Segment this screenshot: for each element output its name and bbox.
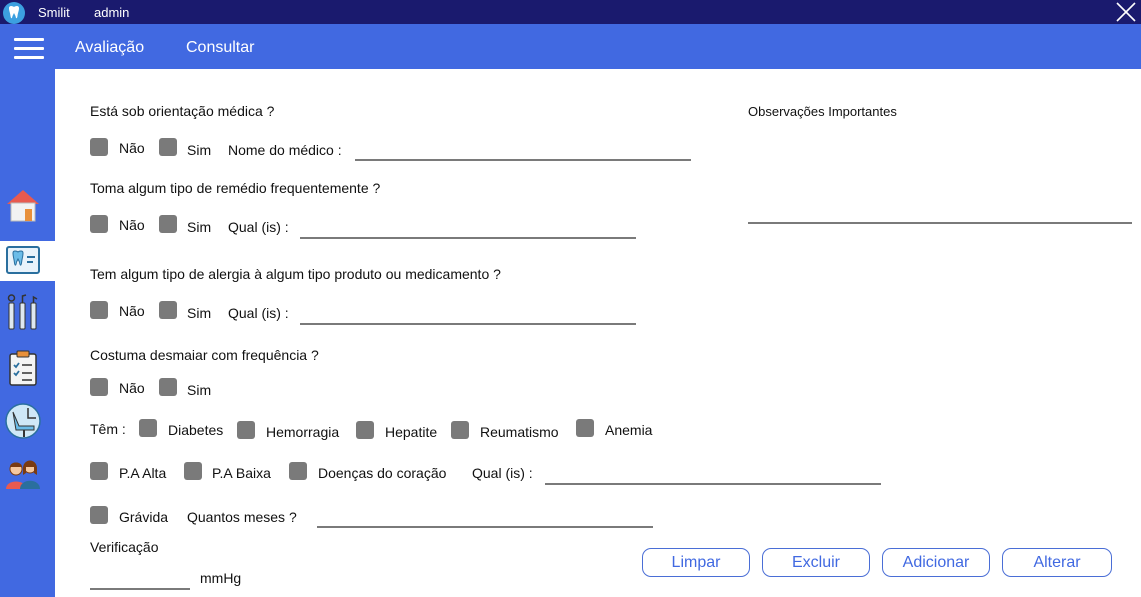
verification-unit: mmHg [200,570,242,586]
heart-disease-label: Doenças do coração [318,465,447,481]
pregnant-checkbox[interactable] [90,506,108,524]
q2-yes-label: Sim [187,219,212,235]
anemia-label: Anemia [605,422,653,438]
app-name: Smilit [38,5,70,20]
diabetes-checkbox[interactable] [139,419,157,437]
allergy-which-field[interactable] [300,323,636,325]
title-bar: Smilit admin [0,0,1141,24]
rheumatism-checkbox[interactable] [451,421,469,439]
q3-no-label: Não [119,303,145,319]
question-frequent-medicine: Toma algum tipo de remédio frequentement… [90,180,381,196]
low-bp-label: P.A Baixa [212,465,271,481]
q4-no-checkbox[interactable] [90,378,108,396]
rheumatism-label: Reumatismo [480,424,559,440]
medicine-which-field[interactable] [300,237,636,239]
q1-no-label: Não [119,140,145,156]
dental-chair-icon[interactable] [4,402,42,440]
q2-yes-checkbox[interactable] [159,215,177,233]
nav-avaliacao[interactable]: Avaliação [75,39,144,57]
question-allergy: Tem algum tipo de alergia à algum tipo p… [90,266,501,282]
hepatitis-checkbox[interactable] [356,421,374,439]
verification-label: Verificação [90,539,159,555]
checklist-icon[interactable] [4,349,42,387]
pregnant-label: Grávida [119,509,169,525]
q1-no-checkbox[interactable] [90,138,108,156]
high-bp-checkbox[interactable] [90,462,108,480]
q3-yes-label: Sim [187,305,212,321]
delete-button[interactable]: Excluir [762,548,870,577]
question-medical-orientation: Está sob orientação médica ? [90,103,275,119]
q2-no-checkbox[interactable] [90,215,108,233]
heart-disease-checkbox[interactable] [289,462,307,480]
patients-icon[interactable] [4,455,42,493]
doctor-name-field[interactable] [355,159,691,161]
q3-no-checkbox[interactable] [90,301,108,319]
q2-no-label: Não [119,217,145,233]
top-nav-bar: Avaliação Consultar [0,24,1141,69]
add-button[interactable]: Adicionar [882,548,990,577]
close-icon[interactable] [1115,2,1137,22]
dental-tools-icon[interactable] [4,293,42,331]
hamburger-menu-icon[interactable] [14,38,44,60]
hemorrhage-checkbox[interactable] [237,421,255,439]
diabetes-label: Diabetes [168,422,224,438]
observations-label: Observações Importantes [748,104,897,119]
dental-record-icon[interactable] [4,241,42,279]
home-icon[interactable] [4,186,42,224]
observations-field[interactable] [748,222,1132,224]
clear-button[interactable]: Limpar [642,548,750,577]
current-user: admin [94,5,130,20]
months-label: Quantos meses ? [187,509,297,525]
q4-yes-checkbox[interactable] [159,378,177,396]
conditions-label: Têm : [90,421,126,437]
hemorrhage-label: Hemorragia [266,424,340,440]
q4-yes-label: Sim [187,382,212,398]
high-bp-label: P.A Alta [119,465,167,481]
sidebar [0,69,55,597]
update-button[interactable]: Alterar [1002,548,1112,577]
medicine-which-label: Qual (is) : [228,219,289,235]
conditions-which-label: Qual (is) : [472,465,533,481]
anemia-checkbox[interactable] [576,419,594,437]
app-logo-icon [3,2,25,24]
q1-yes-label: Sim [187,142,212,158]
verification-field[interactable] [90,588,190,590]
q1-yes-checkbox[interactable] [159,138,177,156]
question-fainting: Costuma desmaiar com frequência ? [90,347,319,363]
low-bp-checkbox[interactable] [184,462,202,480]
months-field[interactable] [317,526,653,528]
conditions-which-field[interactable] [545,483,881,485]
hepatitis-label: Hepatite [385,424,438,440]
nav-consultar[interactable]: Consultar [186,39,254,57]
q4-no-label: Não [119,380,145,396]
q3-yes-checkbox[interactable] [159,301,177,319]
doctor-name-label: Nome do médico : [228,142,342,158]
allergy-which-label: Qual (is) : [228,305,289,321]
